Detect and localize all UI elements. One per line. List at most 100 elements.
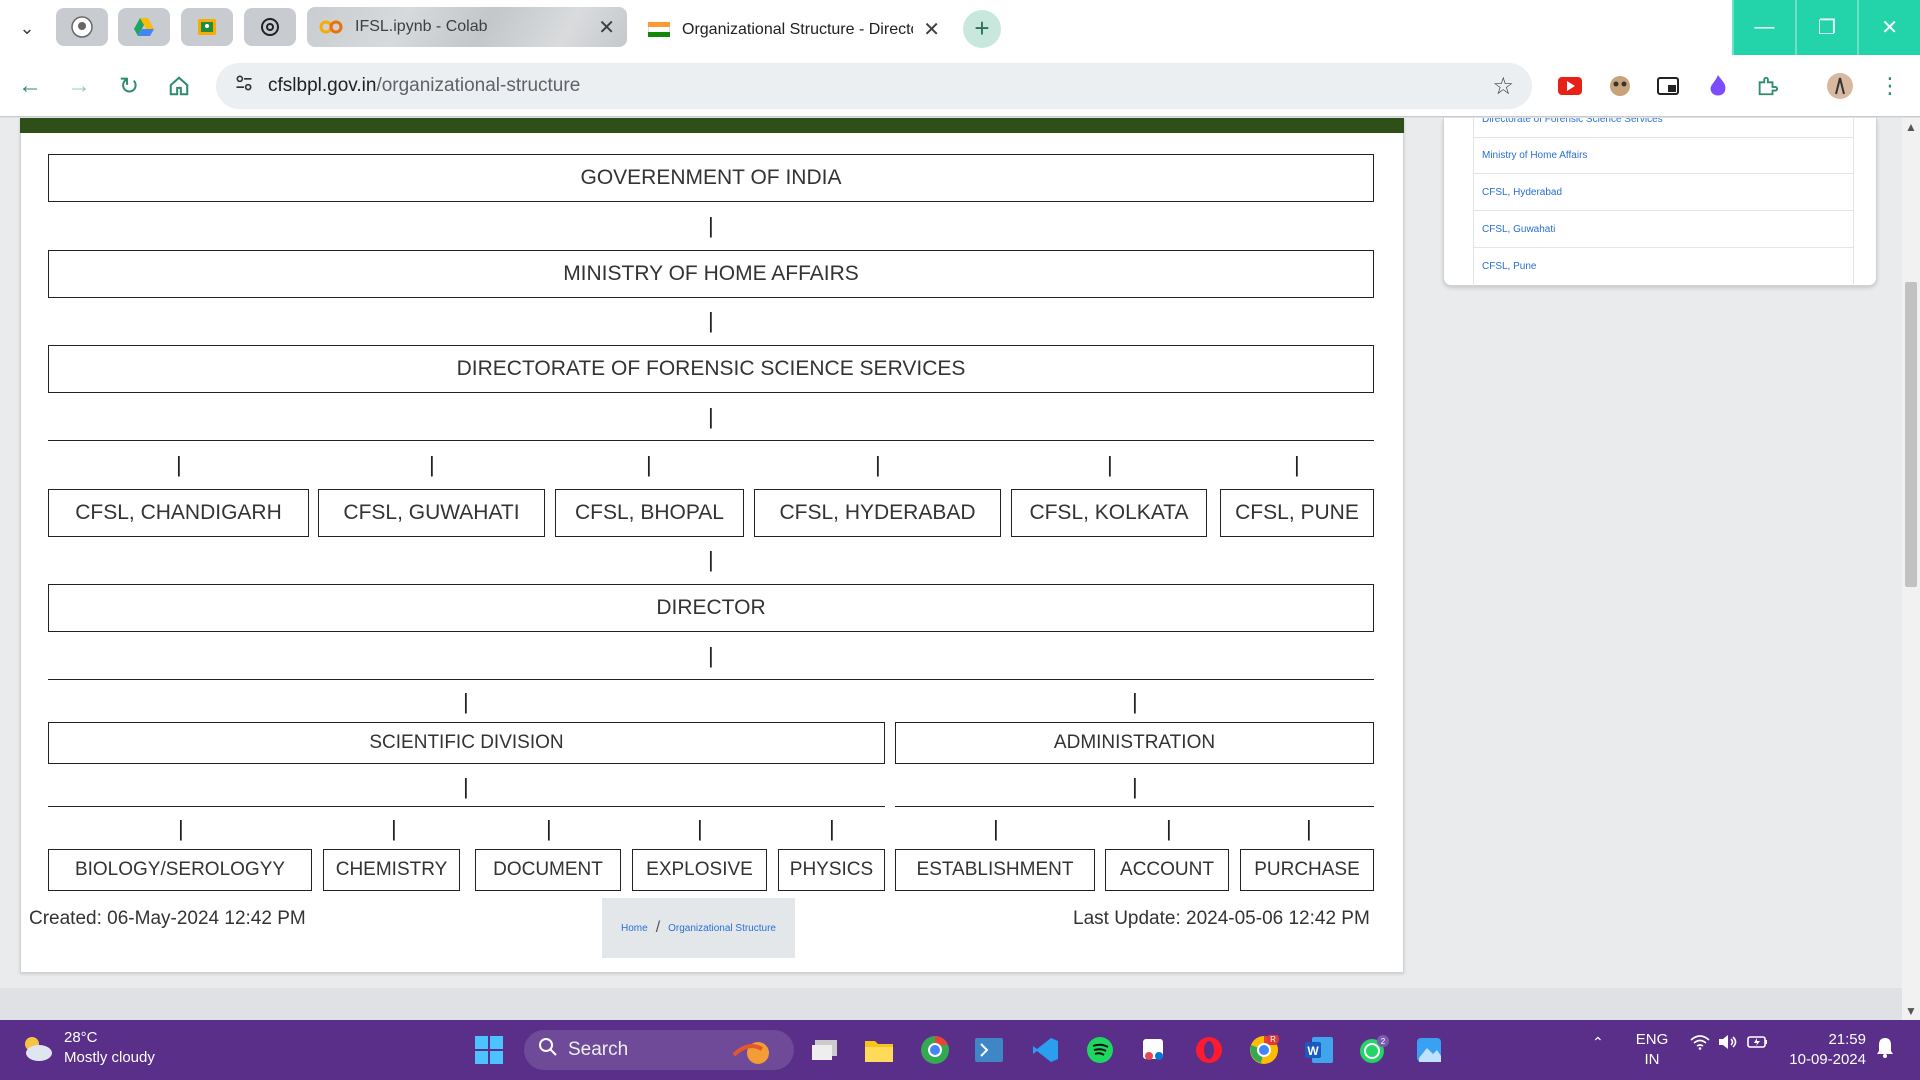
sidebar-link-guwahati[interactable]: CFSL, Guwahati: [1473, 212, 1853, 248]
org-box-cfsl-bhopal: CFSL, BHOPAL: [555, 489, 744, 537]
chrome-badge: R: [1270, 1035, 1276, 1044]
pinned-tab-google-drive[interactable]: [118, 8, 170, 46]
connector: |: [1132, 774, 1138, 799]
scroll-up-arrow-icon[interactable]: ▲: [1902, 118, 1920, 136]
branch-line: [48, 679, 1374, 680]
scrollbar-thumb[interactable]: [1905, 282, 1917, 587]
forward-arrow-icon[interactable]: →: [64, 71, 94, 101]
snipping-tool-icon[interactable]: [1137, 1033, 1171, 1067]
connector: |: [1294, 452, 1300, 477]
scroll-down-arrow-icon[interactable]: ▼: [1902, 1002, 1920, 1020]
file-explorer-icon[interactable]: [862, 1033, 896, 1067]
org-box-explosive: EXPLOSIVE: [632, 849, 767, 891]
connector: |: [993, 816, 999, 841]
picture-in-picture-icon[interactable]: [1654, 72, 1682, 100]
profile-avatar-icon[interactable]: [1826, 72, 1854, 100]
site-info-icon[interactable]: [234, 73, 254, 99]
extensions-puzzle-icon[interactable]: [1753, 72, 1781, 100]
lang-line-2: IN: [1644, 1051, 1660, 1068]
bookmark-star-icon[interactable]: ☆: [1492, 72, 1514, 101]
sidebar-link-directorate[interactable]: Directorate of Forensic Science Services: [1473, 118, 1853, 138]
connector: |: [708, 213, 714, 238]
breadcrumb-home-link[interactable]: Home: [621, 923, 648, 934]
header-green-bar: [20, 118, 1404, 133]
chrome-icon[interactable]: R: [1247, 1033, 1281, 1067]
url-host: cfslbpl.gov.in: [268, 75, 377, 96]
org-box-establishment: ESTABLISHMENT: [895, 849, 1095, 891]
connector: |: [176, 452, 182, 477]
tab-title: Organizational Structure - Directorate: [682, 20, 913, 38]
org-box-administration: ADMINISTRATION: [895, 722, 1374, 764]
content-card: [20, 118, 1404, 973]
volume-icon[interactable]: [1718, 1034, 1740, 1053]
chrome-profile-icon[interactable]: [918, 1033, 952, 1067]
new-tab-button[interactable]: +: [963, 10, 1001, 48]
battery-icon[interactable]: [1747, 1034, 1769, 1053]
address-bar[interactable]: cfslbpl.gov.in/organizational-structure …: [216, 63, 1532, 109]
back-arrow-icon[interactable]: ←: [15, 71, 45, 101]
restore-icon[interactable]: ❐: [1794, 0, 1858, 55]
powershell-icon[interactable]: [972, 1033, 1006, 1067]
tab-colab[interactable]: IFSL.ipynb - Colab ✕: [307, 7, 627, 47]
pinned-tab-chatgpt[interactable]: [244, 8, 296, 46]
tab-search-chevron-icon[interactable]: ⌄: [12, 13, 42, 43]
wifi-icon[interactable]: [1690, 1034, 1710, 1053]
org-box-cfsl-chandigarh: CFSL, CHANDIGARH: [48, 489, 309, 537]
windows-taskbar: 28°C Mostly cloudy Search R W 2 ⌃ ENG IN…: [0, 1020, 1920, 1080]
weather-widget[interactable]: 28°C Mostly cloudy: [20, 1028, 155, 1068]
org-box-document: DOCUMENT: [475, 849, 621, 891]
browser-toolbar: ← → ↻ cfslbpl.gov.in/organizational-stru…: [0, 55, 1920, 117]
windows-start-icon[interactable]: [472, 1033, 506, 1067]
system-clock[interactable]: 21:59 10-09-2024: [1786, 1030, 1866, 1070]
connector: |: [1166, 816, 1172, 841]
breadcrumb-current-link[interactable]: Organizational Structure: [668, 923, 776, 934]
taskbar-search[interactable]: Search: [524, 1030, 794, 1070]
minimize-icon[interactable]: —: [1732, 0, 1795, 55]
close-window-icon[interactable]: ✕: [1857, 0, 1920, 55]
connector: |: [1306, 816, 1312, 841]
connector: |: [1132, 689, 1138, 714]
reload-icon[interactable]: ↻: [114, 71, 144, 101]
sidebar-link-pune[interactable]: CFSL, Pune: [1473, 248, 1853, 284]
task-view-icon[interactable]: [808, 1033, 842, 1067]
tab-organizational-structure[interactable]: Organizational Structure - Directorate ✕: [634, 4, 954, 55]
org-box-government: GOVERENMENT OF INDIA: [48, 154, 1374, 202]
home-icon[interactable]: [164, 71, 194, 101]
org-box-cfsl-kolkata: CFSL, KOLKATA: [1011, 489, 1207, 537]
spotify-icon[interactable]: [1083, 1033, 1117, 1067]
opera-icon[interactable]: [1192, 1033, 1226, 1067]
extension-avatar-icon[interactable]: [1606, 72, 1634, 100]
search-label: Search: [568, 1039, 629, 1060]
search-highlight-icon: [732, 1042, 769, 1064]
connector: |: [708, 547, 714, 572]
close-tab-icon[interactable]: ✕: [923, 17, 940, 42]
branch-line: [48, 440, 1374, 441]
flame-extension-icon[interactable]: [1704, 72, 1732, 100]
lang-line-1: ENG: [1635, 1031, 1669, 1048]
url-path: /organizational-structure: [376, 75, 581, 96]
youtube-extension-icon[interactable]: [1556, 72, 1584, 100]
india-flag-icon: [648, 21, 670, 38]
list-border: [1853, 118, 1854, 286]
pinned-tab-classroom[interactable]: [181, 8, 233, 46]
word-icon[interactable]: W: [1302, 1033, 1336, 1067]
page-scrollbar[interactable]: ▲ ▼: [1902, 118, 1920, 1020]
connector: |: [546, 816, 552, 841]
org-box-purchase: PURCHASE: [1240, 849, 1374, 891]
chrome-menu-icon[interactable]: ⋮: [1876, 72, 1904, 100]
connector: |: [697, 816, 703, 841]
input-language[interactable]: ENG IN: [1633, 1030, 1671, 1070]
sidebar-link-ministry[interactable]: Ministry of Home Affairs: [1473, 138, 1853, 174]
sidebar-link-hyderabad[interactable]: CFSL, Hyderabad: [1473, 175, 1853, 211]
vscode-icon[interactable]: [1028, 1033, 1062, 1067]
connector: |: [708, 308, 714, 333]
photos-icon[interactable]: [1412, 1033, 1446, 1067]
close-tab-icon[interactable]: ✕: [598, 15, 615, 40]
org-box-director: DIRECTOR: [48, 584, 1374, 632]
show-hidden-icons[interactable]: ⌃: [1592, 1034, 1604, 1051]
pinned-tab-github[interactable]: [56, 8, 108, 46]
notifications-icon[interactable]: [1876, 1036, 1894, 1061]
whatsapp-icon[interactable]: 2: [1357, 1033, 1391, 1067]
connector: |: [829, 816, 835, 841]
org-box-cfsl-guwahati: CFSL, GUWAHATI: [318, 489, 545, 537]
